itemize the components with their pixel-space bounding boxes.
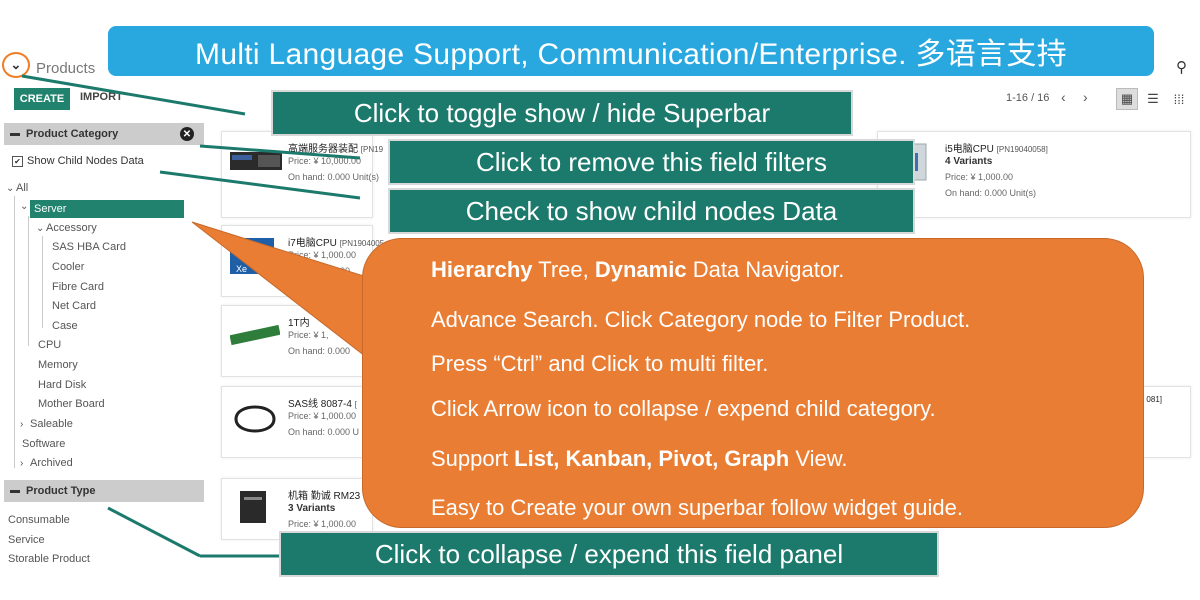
feature-line-2: Advance Search. Click Category node to F… [431,307,971,332]
features-bubble: Hierarchy Tree, Dynamic Data Navigator. … [362,238,1144,528]
feature-line-1: Hierarchy Tree, Dynamic Data Navigator. [431,257,845,282]
callout-show-child-nodes: Check to show child nodes Data [388,188,915,234]
language-banner: Multi Language Support, Communication/En… [108,26,1154,76]
feature-line-3: Press “Ctrl” and Click to multi filter. [431,351,769,376]
feature-line-5: Support List, Kanban, Pivot, Graph View. [431,446,848,471]
callout-collapse-panel: Click to collapse / expend this field pa… [279,531,939,577]
callout-remove-filters: Click to remove this field filters [388,139,915,185]
callout-toggle-superbar: Click to toggle show / hide Superbar [271,90,853,136]
feature-line-6: Easy to Create your own superbar follow … [431,495,963,520]
feature-line-4: Click Arrow icon to collapse / expend ch… [431,396,936,421]
